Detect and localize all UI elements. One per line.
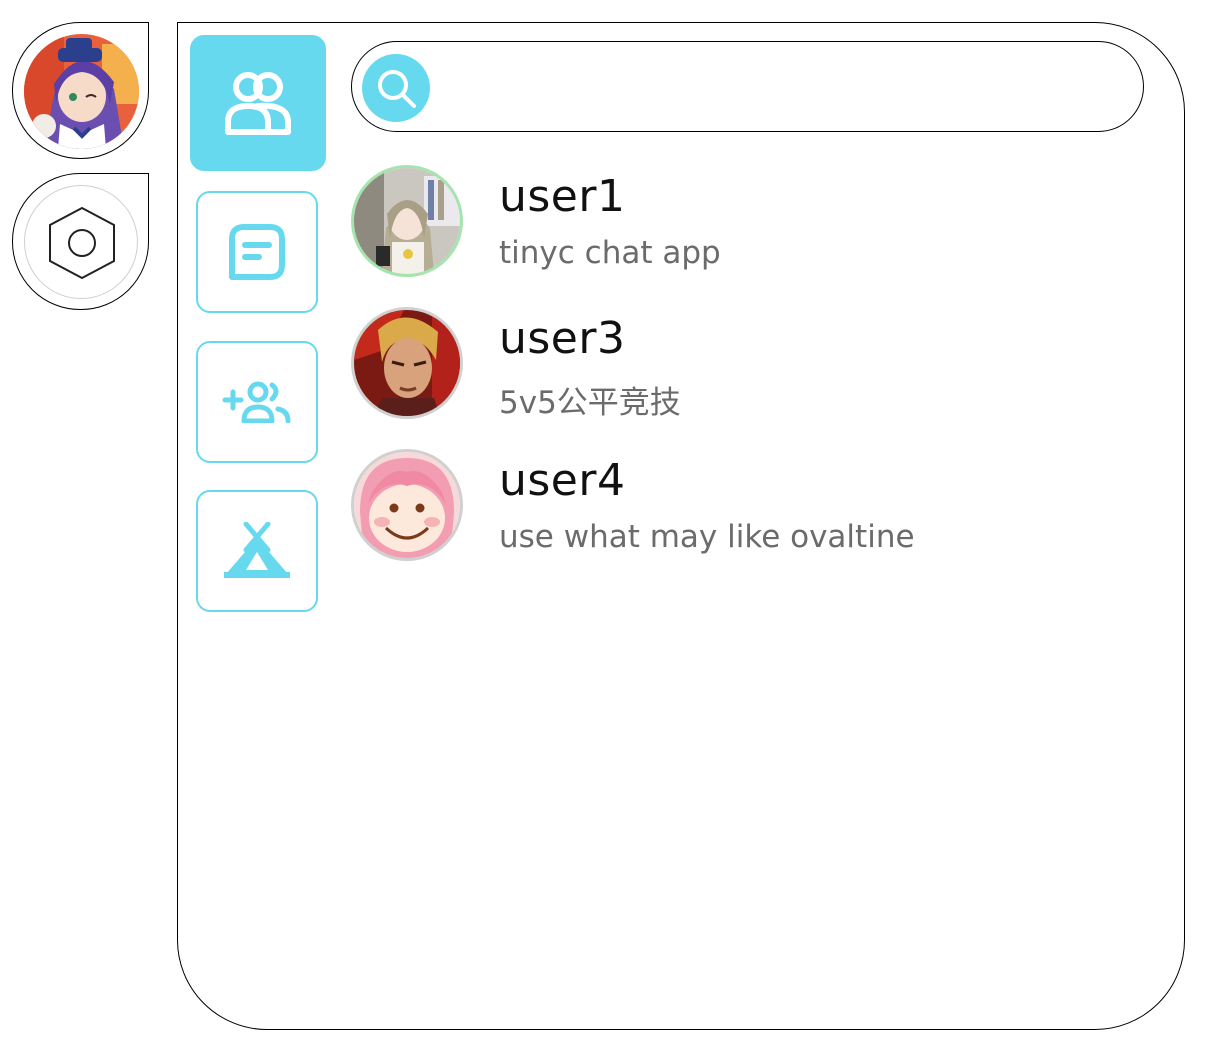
nav-groups-button[interactable]	[196, 490, 318, 612]
user-status: use what may like ovaltine	[499, 519, 915, 555]
chat-bubble-icon	[229, 224, 285, 280]
user-name: user1	[499, 171, 626, 222]
list-item[interactable]: user4 use what may like ovaltine	[351, 449, 1131, 591]
nav-contacts-button[interactable]	[190, 35, 326, 171]
contact-list: user1 tinyc chat app user3 5v5公平竞技 user4…	[351, 165, 1131, 591]
avatar	[351, 449, 463, 561]
contacts-icon	[225, 72, 291, 135]
list-item[interactable]: user3 5v5公平竞技	[351, 307, 1131, 449]
hexagon-gear-icon	[49, 206, 115, 280]
user-status: 5v5公平竞技	[499, 385, 681, 421]
avatar	[351, 165, 463, 277]
list-item[interactable]: user1 tinyc chat app	[351, 165, 1131, 307]
search-button[interactable]	[362, 54, 430, 122]
user-status: tinyc chat app	[499, 235, 721, 271]
user-name: user3	[499, 313, 626, 364]
search-bar[interactable]	[351, 41, 1144, 132]
profile-avatar	[24, 34, 139, 149]
search-input[interactable]	[444, 60, 1128, 116]
user-name: user4	[499, 455, 626, 506]
nav-add-friend-button[interactable]	[196, 341, 318, 463]
tent-icon	[224, 522, 290, 578]
add-user-icon	[222, 381, 291, 423]
settings-button[interactable]	[12, 173, 149, 310]
search-icon	[378, 70, 416, 108]
profile-button[interactable]	[12, 22, 149, 159]
avatar	[351, 307, 463, 419]
nav-chats-button[interactable]	[196, 191, 318, 313]
main-panel: user1 tinyc chat app user3 5v5公平竞技 user4…	[177, 22, 1185, 1030]
